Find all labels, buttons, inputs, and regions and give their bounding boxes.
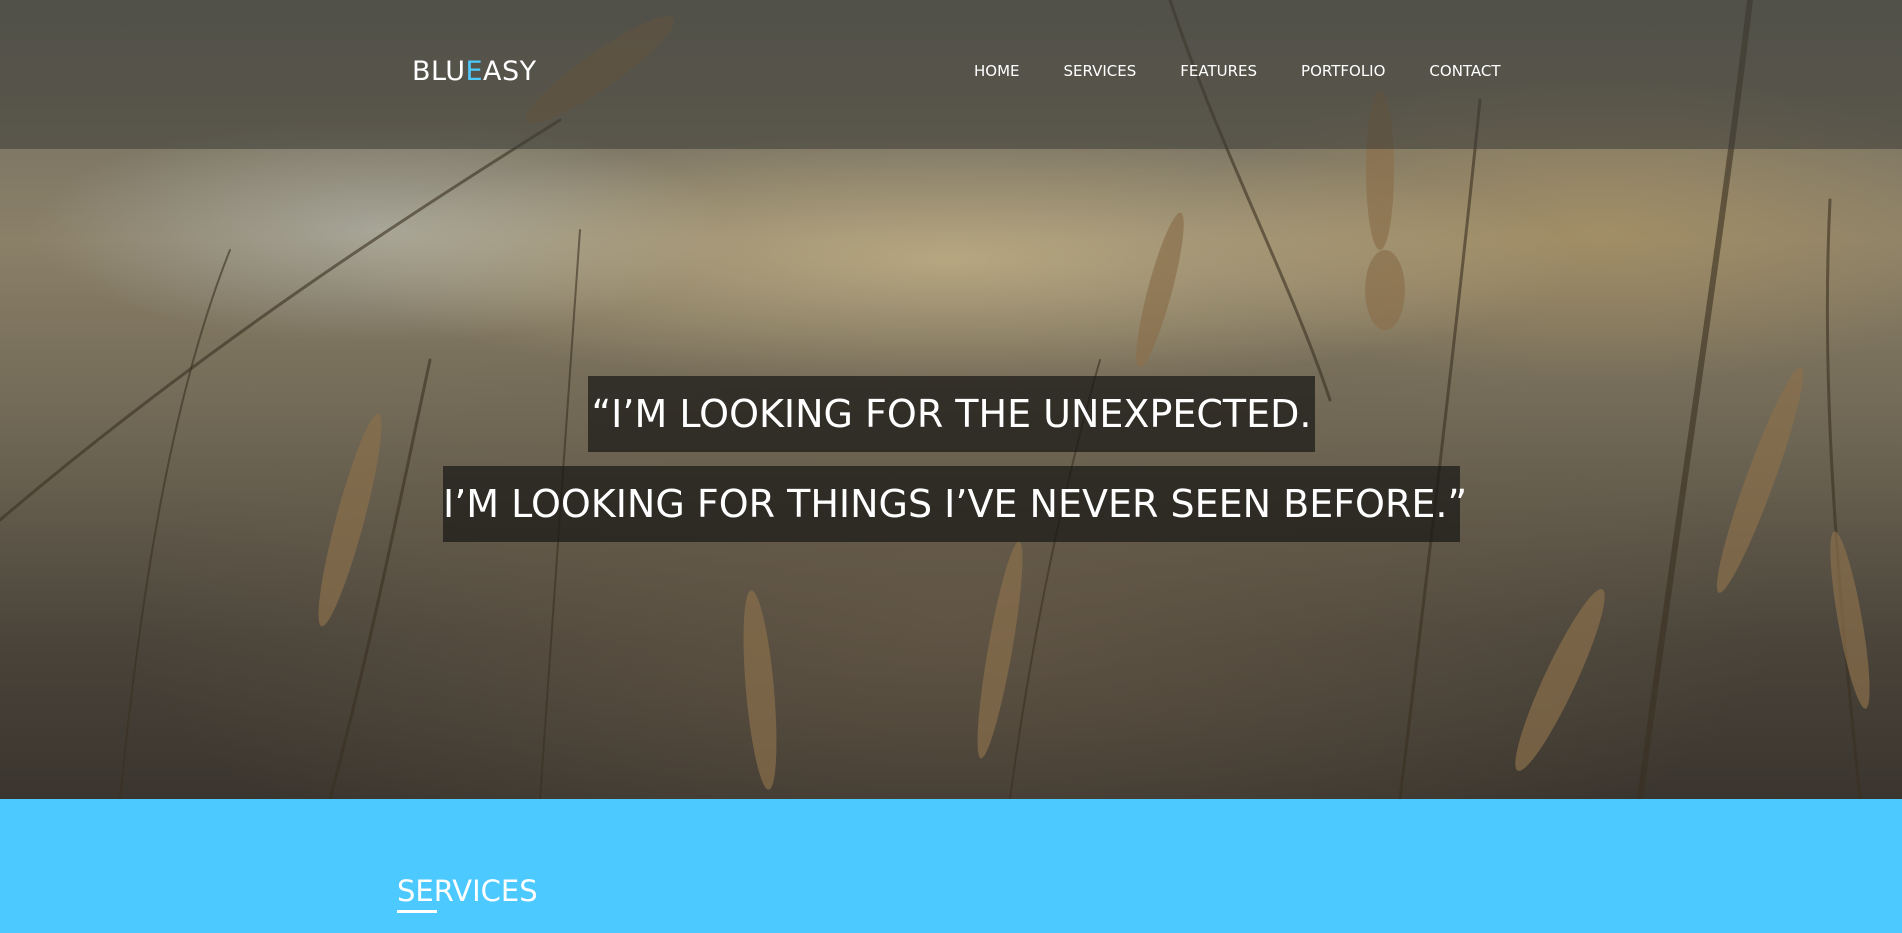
nav-link-services[interactable]: SERVICES [1064,62,1137,80]
services-heading-underline [397,910,437,913]
hero-quote-line-1: “I’M LOOKING FOR THE UNEXPECTED. [588,376,1315,452]
top-navbar: BLUEASY HOME SERVICES FEATURES PORTFOLIO… [0,0,1902,149]
brand-logo-prefix: BLU [412,56,466,87]
main-nav: HOME SERVICES FEATURES PORTFOLIO CONTACT [974,62,1501,80]
nav-link-home[interactable]: HOME [974,62,1020,80]
services-heading: SERVICES [397,874,538,908]
hero-quote-line-2: I’M LOOKING FOR THINGS I’VE NEVER SEEN B… [443,466,1467,542]
brand-logo-accent: E [465,56,484,87]
services-section [0,799,1902,933]
hero-section: BLUEASY HOME SERVICES FEATURES PORTFOLIO… [0,0,1902,799]
nav-link-features[interactable]: FEATURES [1180,62,1257,80]
brand-logo[interactable]: BLUEASY [412,56,537,87]
brand-logo-suffix: ASY [483,56,537,87]
nav-link-portfolio[interactable]: PORTFOLIO [1301,62,1385,80]
nav-link-contact[interactable]: CONTACT [1429,62,1500,80]
